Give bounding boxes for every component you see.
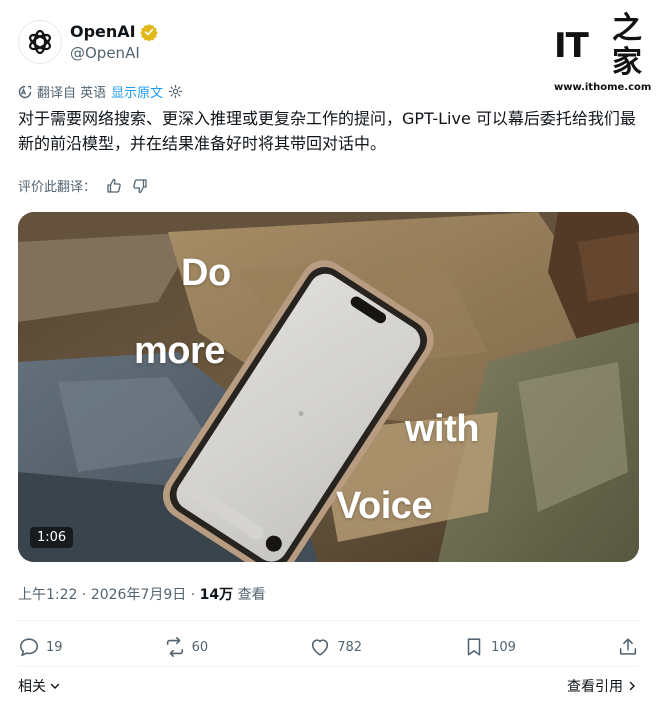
meta-separator: · [190,587,200,603]
author-handle[interactable]: @OpenAI [70,44,140,62]
chevron-right-icon [629,681,635,691]
video-frame-image [18,212,639,562]
post-date[interactable]: 2026年7月9日 [91,587,186,603]
post-text: 对于需要网络搜索、更深入推理或更复杂工作的提问，GPT-Live 可以幕后委托给… [18,109,636,153]
author-name[interactable]: OpenAI [70,22,136,41]
share-icon [619,638,637,655]
like-count: 782 [337,639,363,655]
repost-icon [166,637,183,657]
chevron-down-icon [50,683,60,689]
ithome-logo-zh: 之家 [612,11,642,80]
translate-icon [18,85,32,98]
reply-button[interactable]: 19 [18,636,63,658]
ithome-logo: IT 之家 [554,12,642,80]
view-quotes-link[interactable]: 查看引用 [567,676,638,696]
share-button[interactable] [617,636,639,658]
openai-logo-icon [29,29,51,55]
rate-translation-row: 评价此翻译： [18,176,148,195]
bookmark-count: 109 [491,639,516,655]
ithome-logo-it: IT [554,26,589,66]
divider [18,666,639,667]
thumbs-down-icon[interactable] [132,178,148,194]
post-meta: 上午1:22 · 2026年7月9日 · 14万 查看 [18,584,266,604]
repost-count: 60 [191,639,209,655]
video-duration-badge: 1:06 [30,527,74,548]
ithome-url: www.ithome.com [554,82,652,93]
translation-row: 翻译自 英语 显示原文 [18,82,183,101]
rate-translation-label: 评价此翻译： [18,180,97,195]
views-label: 查看 [237,587,266,603]
author-name-row[interactable]: OpenAI [70,22,158,41]
overlay-word-more: more [134,330,225,372]
bookmark-button[interactable]: 109 [463,636,516,658]
reply-icon [19,638,39,657]
heart-icon [312,639,329,656]
video-player[interactable]: Do more with Voice 1:06 [18,212,639,562]
overlay-word-do: Do [181,252,231,294]
repost-button[interactable]: 60 [164,636,209,658]
divider [18,620,639,621]
avatar[interactable] [18,20,62,64]
reply-count: 19 [46,639,63,655]
view-quotes-label: 查看引用 [567,679,623,695]
overlay-word-voice: Voice [336,485,433,527]
thumbs-up-icon[interactable] [106,178,122,194]
meta-separator: · [81,587,91,603]
post-time[interactable]: 上午1:22 [18,587,77,603]
bookmark-icon [467,638,481,656]
translated-from-label: 翻译自 英语 [37,86,107,101]
overlay-word-with: with [405,408,479,450]
show-original-link[interactable]: 显示原文 [111,82,163,101]
view-count: 14万 [199,587,234,603]
verified-badge-icon [139,23,158,41]
related-label: 相关 [18,679,46,695]
ithome-watermark: IT 之家 www.ithome.com [554,12,652,94]
like-button[interactable]: 782 [309,636,362,658]
action-bar: 19 60 782 109 [18,636,639,658]
settings-gear-icon[interactable] [168,84,183,99]
related-dropdown[interactable]: 相关 [18,676,61,696]
